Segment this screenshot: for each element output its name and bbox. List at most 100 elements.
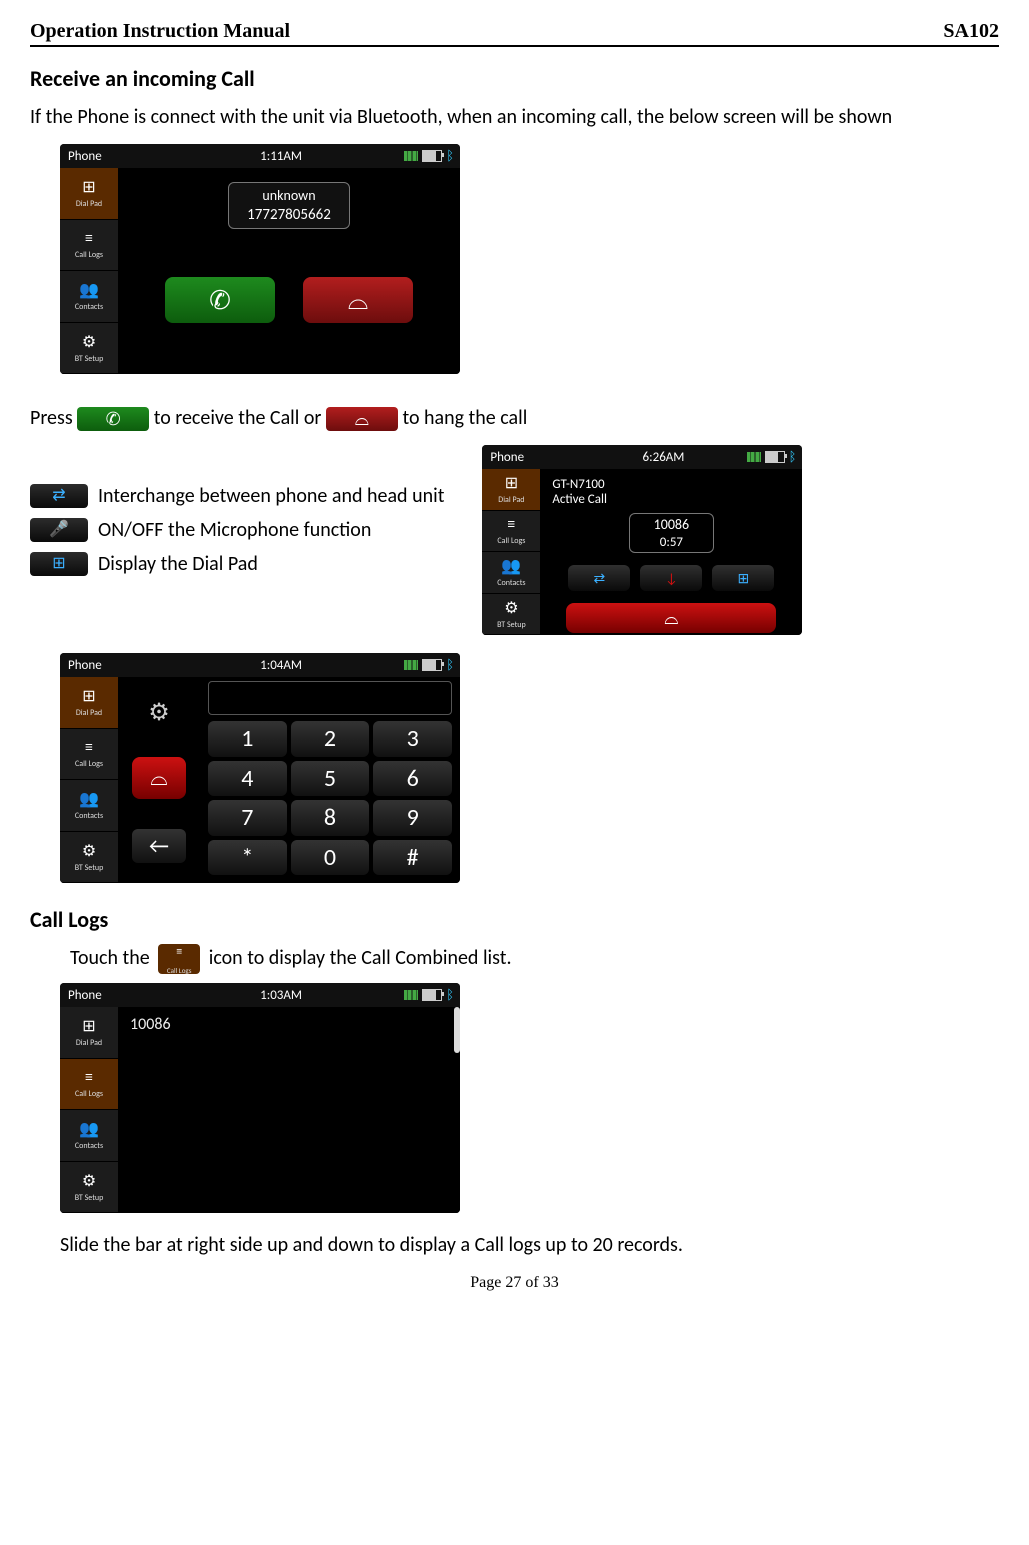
signal-icon xyxy=(747,452,761,462)
sidebar-item-call-logs[interactable]: ≡ Call Logs xyxy=(482,511,540,553)
sidebar-item-dial-pad[interactable]: ⊞ Dial Pad xyxy=(60,677,118,729)
bluetooth-icon: ᛒ xyxy=(446,658,454,673)
key-7[interactable]: 7 xyxy=(208,800,287,836)
screenshot-call-logs: Phone 1:03AM ᛒ ⊞ Dial Pad ≡ Call Logs 👥 xyxy=(60,983,460,1213)
key-8[interactable]: 8 xyxy=(291,800,370,836)
key-star[interactable]: * xyxy=(208,840,287,876)
clock: 1:11AM xyxy=(158,149,404,164)
touch-pre: Touch the xyxy=(70,946,154,970)
clock: 1:03AM xyxy=(158,988,404,1003)
contacts-icon: 👥 xyxy=(79,280,99,300)
sidebar-item-label: BT Setup xyxy=(75,354,104,364)
sidebar-item-dial-pad[interactable]: ⊞ Dial Pad xyxy=(482,469,540,511)
call-logs-icon: ≡ xyxy=(507,515,515,534)
sidebar-item-contacts[interactable]: 👥 Contacts xyxy=(60,1110,118,1162)
mute-button[interactable]: ↓ xyxy=(640,565,702,591)
reject-call-button[interactable]: ⌓ xyxy=(303,277,413,323)
sidebar-item-contacts[interactable]: 👥 Contacts xyxy=(482,552,540,594)
show-dialpad-button[interactable]: ⊞ xyxy=(712,565,774,591)
sidebar: ⊞ Dial Pad ≡ Call Logs 👥 Contacts ⚙ BT S… xyxy=(60,677,118,883)
key-3[interactable]: 3 xyxy=(373,721,452,757)
sidebar-item-bt-setup[interactable]: ⚙ BT Setup xyxy=(482,594,540,636)
call-status: Active Call xyxy=(552,492,607,507)
sidebar-item-call-logs[interactable]: ≡ Call Logs xyxy=(60,220,118,272)
sidebar-item-label: BT Setup xyxy=(75,1193,104,1203)
key-2[interactable]: 2 xyxy=(291,721,370,757)
hang-up-button[interactable]: ⌓ xyxy=(132,757,186,799)
screenshot-active-call: Phone 6:26AM ᛒ ⊞ Dial Pad ≡ Call Logs xyxy=(482,445,802,635)
bluetooth-icon: ᛒ xyxy=(789,450,797,465)
scrollbar-thumb[interactable] xyxy=(454,1007,460,1053)
dialpad-icon: ⊞ xyxy=(82,686,95,706)
sidebar-item-call-logs[interactable]: ≡ Call Logs xyxy=(60,1059,118,1111)
legend-dialpad: Display the Dial Pad xyxy=(98,547,258,581)
screenshot-incoming-call: Phone 1:11AM ᛒ ⊞ Dial Pad ≡ Call Logs 👥 xyxy=(60,144,460,374)
inline-accept-icon: ✆ xyxy=(77,407,149,431)
sidebar-item-dial-pad[interactable]: ⊞ Dial Pad xyxy=(60,168,118,220)
inline-reject-icon: ⌓ xyxy=(326,407,398,431)
sidebar-item-label: Call Logs xyxy=(75,1089,103,1099)
status-bar: Phone 1:04AM ᛒ xyxy=(60,653,460,677)
page-header: Operation Instruction Manual SA102 xyxy=(30,20,999,47)
call-logs-tab-label: Call Logs xyxy=(167,964,192,977)
gear-icon: ⚙ xyxy=(82,841,96,861)
press-post: to hang the call xyxy=(402,406,527,430)
key-6[interactable]: 6 xyxy=(373,761,452,797)
touch-post: icon to display the Call Combined list. xyxy=(209,946,512,970)
contacts-icon: 👥 xyxy=(501,556,521,576)
sidebar-item-label: Dial Pad xyxy=(76,1038,102,1048)
signal-icon xyxy=(404,990,418,1000)
key-1[interactable]: 1 xyxy=(208,721,287,757)
page-footer: Page 27 of 33 xyxy=(30,1274,999,1292)
dial-pad: 1 2 3 4 5 6 7 8 9 * 0 # xyxy=(200,721,460,883)
app-title: Phone xyxy=(482,450,580,465)
sidebar-item-dial-pad[interactable]: ⊞ Dial Pad xyxy=(60,1007,118,1059)
interchange-icon: ⇄ xyxy=(30,484,88,508)
sidebar-item-label: Contacts xyxy=(75,1141,103,1151)
contacts-icon: 👥 xyxy=(79,789,99,809)
sidebar-item-label: Dial Pad xyxy=(76,199,102,209)
caller-name: unknown xyxy=(247,187,331,204)
app-title: Phone xyxy=(60,149,158,164)
key-4[interactable]: 4 xyxy=(208,761,287,797)
sidebar-item-bt-setup[interactable]: ⚙ BT Setup xyxy=(60,1162,118,1214)
dialpad-icon: ⊞ xyxy=(82,177,95,197)
sidebar-item-label: BT Setup xyxy=(75,863,104,873)
sidebar-item-label: Dial Pad xyxy=(76,708,102,718)
sidebar: ⊞ Dial Pad ≡ Call Logs 👥 Contacts ⚙ BT S… xyxy=(482,469,540,635)
sidebar-item-bt-setup[interactable]: ⚙ BT Setup xyxy=(60,323,118,375)
key-0[interactable]: 0 xyxy=(291,840,370,876)
dialpad-icon: ⊞ xyxy=(82,1016,95,1036)
key-hash[interactable]: # xyxy=(373,840,452,876)
sidebar-item-bt-setup[interactable]: ⚙ BT Setup xyxy=(60,832,118,884)
key-5[interactable]: 5 xyxy=(291,761,370,797)
backspace-button[interactable]: ← xyxy=(132,829,186,863)
call-log-entry[interactable]: 10086 xyxy=(130,1015,171,1034)
touch-instruction: Touch the ≡ Call Logs icon to display th… xyxy=(70,939,999,977)
sidebar-item-contacts[interactable]: 👥 Contacts xyxy=(60,780,118,832)
dialpad-icon: ⊞ xyxy=(30,552,88,576)
battery-icon xyxy=(422,659,442,671)
call-logs-icon: ≡ xyxy=(176,941,182,964)
caller-info: unknown 17727805662 xyxy=(228,182,350,229)
legend-mic: ON/OFF the Microphone function xyxy=(98,513,371,547)
interchange-button[interactable]: ⇄ xyxy=(568,565,630,591)
sidebar-item-contacts[interactable]: 👥 Contacts xyxy=(60,271,118,323)
settings-icon[interactable]: ⚙ xyxy=(148,698,170,727)
call-duration: 0:57 xyxy=(654,535,689,550)
app-title: Phone xyxy=(60,658,158,673)
slide-instruction: Slide the bar at right side up and down … xyxy=(60,1226,999,1264)
dialpad-icon: ⊞ xyxy=(505,473,518,493)
key-9[interactable]: 9 xyxy=(373,800,452,836)
scrollbar[interactable] xyxy=(452,1007,460,1213)
signal-icon xyxy=(404,660,418,670)
battery-icon xyxy=(765,451,785,463)
accept-call-button[interactable]: ✆ xyxy=(165,277,275,323)
sidebar-item-call-logs[interactable]: ≡ Call Logs xyxy=(60,729,118,781)
press-pre: Press xyxy=(30,406,77,430)
hang-up-button[interactable]: ⌓ xyxy=(566,603,776,633)
gear-icon: ⚙ xyxy=(82,332,96,352)
battery-icon xyxy=(422,989,442,1001)
call-logs-icon: ≡ xyxy=(85,229,93,248)
paired-device-name: GT-N7100 xyxy=(552,477,607,492)
